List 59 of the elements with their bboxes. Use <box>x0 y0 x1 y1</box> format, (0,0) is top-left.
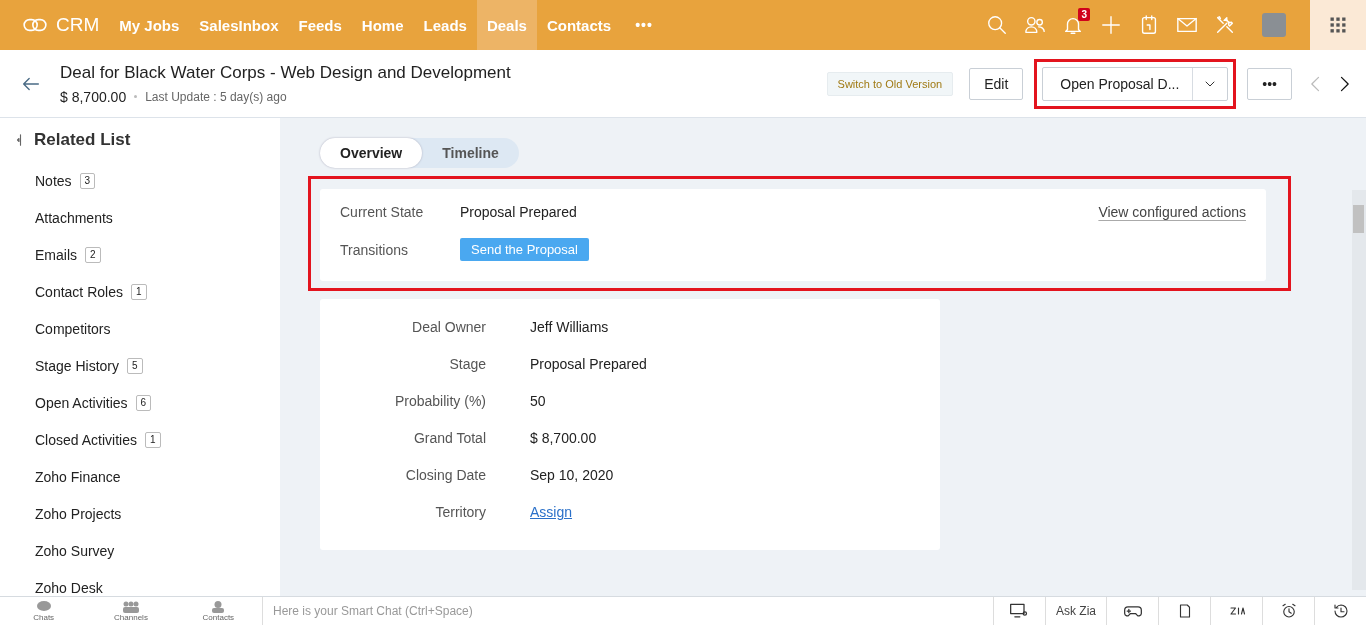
more-button[interactable]: ••• <box>1247 67 1292 100</box>
configured-actions-link[interactable]: View configured actions <box>1098 204 1246 220</box>
last-update: Last Update : 5 day(s) ago <box>145 89 287 104</box>
field-value: $ 8,700.00 <box>530 430 598 446</box>
field-label: Probability (%) <box>393 393 486 409</box>
count-badge: 3 <box>79 173 96 189</box>
field-label: Territory <box>434 504 486 520</box>
switch-version-button[interactable]: Switch to Old Version <box>826 71 954 96</box>
edit-button[interactable]: Edit <box>969 67 1024 100</box>
person-icon <box>211 600 226 613</box>
scrollbar-thumb[interactable] <box>1353 205 1364 233</box>
scrollbar[interactable] <box>1352 190 1366 590</box>
smart-chat-field[interactable]: Here is your Smart Chat (Ctrl+Space) <box>263 597 993 625</box>
field-link[interactable]: Assign <box>530 504 940 520</box>
field-label: Stage <box>448 356 486 372</box>
bottom-tab[interactable]: Chats <box>0 597 88 625</box>
related-list-item[interactable]: Zoho Survey <box>35 540 115 562</box>
related-list-item[interactable]: Competitors <box>35 318 111 340</box>
related-list-item[interactable]: Zoho Finance <box>35 466 121 488</box>
bottom-tab[interactable]: Channels <box>87 597 175 625</box>
related-list-item[interactable]: Emails <box>35 244 77 266</box>
apps-grid-icon[interactable] <box>1328 15 1348 35</box>
view-tab[interactable]: Timeline <box>422 138 519 168</box>
field-label: Current State <box>340 204 425 220</box>
related-list-item[interactable]: Notes <box>35 170 72 192</box>
field-value: Jeff Williams <box>530 319 610 335</box>
related-list-item[interactable]: Contact Roles <box>35 281 123 303</box>
group-icon <box>122 600 140 613</box>
related-list-item[interactable]: Stage History <box>35 355 120 377</box>
count-badge: 1 <box>130 284 147 300</box>
view-tab[interactable]: Overview <box>320 138 423 168</box>
related-list-item[interactable]: Zoho Projects <box>35 503 122 525</box>
count-badge: 6 <box>135 395 152 411</box>
field-label: Closing Date <box>404 467 486 483</box>
field-value: 50 <box>530 393 547 409</box>
deal-title: Deal for Black Water Corps - Web Design and Development <box>60 62 511 83</box>
related-list-item[interactable]: Open Activities <box>35 392 128 414</box>
field-label: Deal Owner <box>411 319 486 335</box>
deal-amount: $ 8,700.00 <box>60 88 127 105</box>
count-badge: 5 <box>127 358 143 374</box>
related-list-item[interactable]: Attachments <box>35 207 113 229</box>
ask-zia-button[interactable]: Ask Zia <box>1045 597 1106 625</box>
alarm-clock-icon[interactable] <box>1279 602 1298 620</box>
field-label: Grand Total <box>412 430 486 446</box>
bottom-tab[interactable]: Contacts <box>174 597 262 625</box>
related-list-item[interactable]: Zoho Desk <box>35 577 103 596</box>
related-list-title: Related List <box>34 130 131 150</box>
field-value: Sep 10, 2020 <box>530 467 615 483</box>
chat-bubble-icon <box>35 600 52 613</box>
current-state: Proposal Prepared <box>460 204 578 220</box>
collapse-icon[interactable] <box>14 131 24 149</box>
notification-badge: 3 <box>1078 8 1090 21</box>
count-badge: 2 <box>85 247 101 263</box>
field-label: Transitions <box>340 241 409 258</box>
history-icon[interactable] <box>1331 602 1350 620</box>
count-badge: 1 <box>144 432 161 448</box>
field-value: Proposal Prepared <box>530 356 648 372</box>
related-list-item[interactable]: Closed Activities <box>35 429 137 451</box>
brand-name: CRM <box>56 14 100 36</box>
